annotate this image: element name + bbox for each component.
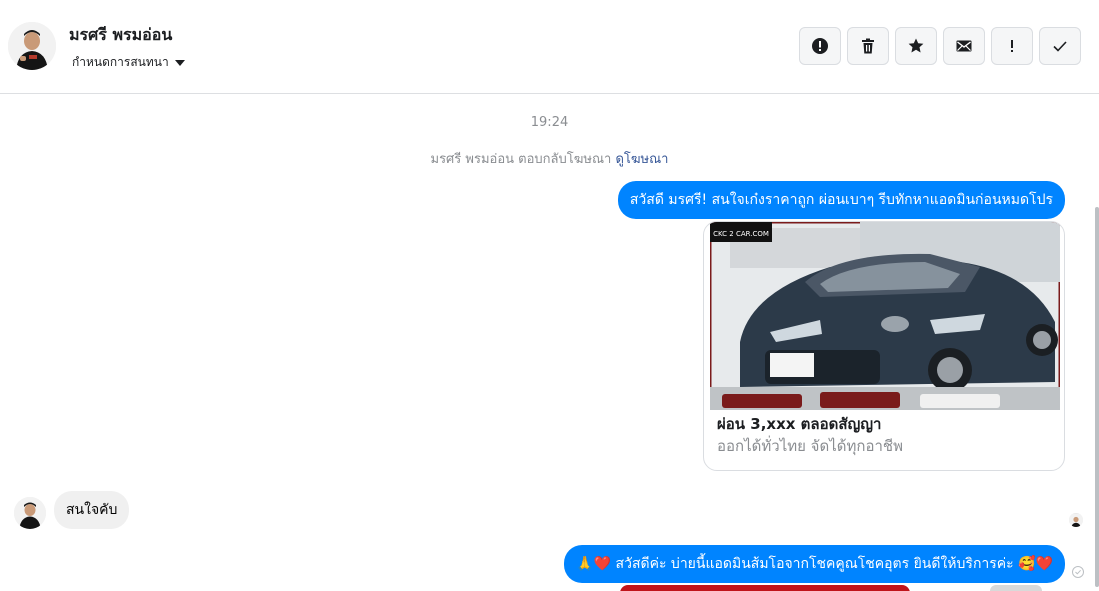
- trash-icon: [862, 38, 874, 54]
- mark-unread-button[interactable]: [943, 27, 985, 65]
- car-image: CKC 2 CAR.COM: [710, 222, 1060, 410]
- contact-avatar[interactable]: [8, 22, 56, 70]
- alert-circle-icon: [812, 38, 828, 54]
- ad-reply-note: มรศรี พรมอ่อน ตอบกลับโฆษณา ดูโฆษณา: [0, 148, 1099, 169]
- contact-avatar-small: [14, 497, 46, 529]
- conversation-actions-dropdown[interactable]: กำหนดการสนทนา: [72, 53, 185, 72]
- message-timestamp: 19:24: [530, 115, 569, 130]
- next-ad-card-preview-edge: [990, 585, 1042, 591]
- delete-button[interactable]: [847, 27, 889, 65]
- checkmark-icon: [1053, 41, 1067, 52]
- ad-reply-text: มรศรี พรมอ่อน ตอบกลับโฆษณา: [430, 152, 612, 167]
- scrollbar-thumb[interactable]: [1095, 207, 1099, 587]
- star-button[interactable]: [895, 27, 937, 65]
- car-image-watermark: CKC 2 CAR.COM: [713, 230, 769, 238]
- ad-card[interactable]: CKC 2 CAR.COM ผ่อน 3,xxx ตลอดสัญญา ออกได…: [703, 221, 1065, 471]
- ad-card-subtitle: ออกได้ทั่วไทย จัดได้ทุกอาชีพ: [717, 437, 903, 455]
- message-thread[interactable]: 19:24 มรศรี พรมอ่อน ตอบกลับโฆษณา ดูโฆษณา…: [0, 95, 1099, 591]
- sent-check-icon: [1072, 566, 1084, 578]
- conversation-actions-label: กำหนดการสนทนา: [72, 55, 169, 69]
- report-button[interactable]: [799, 27, 841, 65]
- conversation-header: มรศรี พรมอ่อน กำหนดการสนทนา: [0, 0, 1099, 94]
- done-button[interactable]: [1039, 27, 1081, 65]
- ad-card-title: ผ่อน 3,xxx ตลอดสัญญา: [717, 415, 882, 433]
- star-icon: [908, 38, 924, 53]
- seen-avatar: [1069, 513, 1083, 527]
- important-button[interactable]: [991, 27, 1033, 65]
- exclamation-icon: [1011, 40, 1013, 52]
- incoming-message[interactable]: สนใจคับ: [54, 491, 130, 529]
- chat-scrollbar[interactable]: [1093, 95, 1099, 591]
- view-ad-link[interactable]: ดูโฆษณา: [615, 152, 668, 167]
- contact-name[interactable]: มรศรี พรมอ่อน: [69, 23, 172, 48]
- next-ad-card-preview: [620, 585, 910, 591]
- outgoing-message[interactable]: สวัสดี มรศรี! สนใจเก๋งราคาถูก ผ่อนเบาๆ ร…: [617, 181, 1065, 219]
- chevron-down-icon: [174, 59, 185, 66]
- envelope-icon: [956, 40, 972, 52]
- outgoing-message[interactable]: 🙏❤️ สวัสดีค่ะ บ่ายนี้แอดมินส้มโอจากโชคคู…: [564, 545, 1065, 583]
